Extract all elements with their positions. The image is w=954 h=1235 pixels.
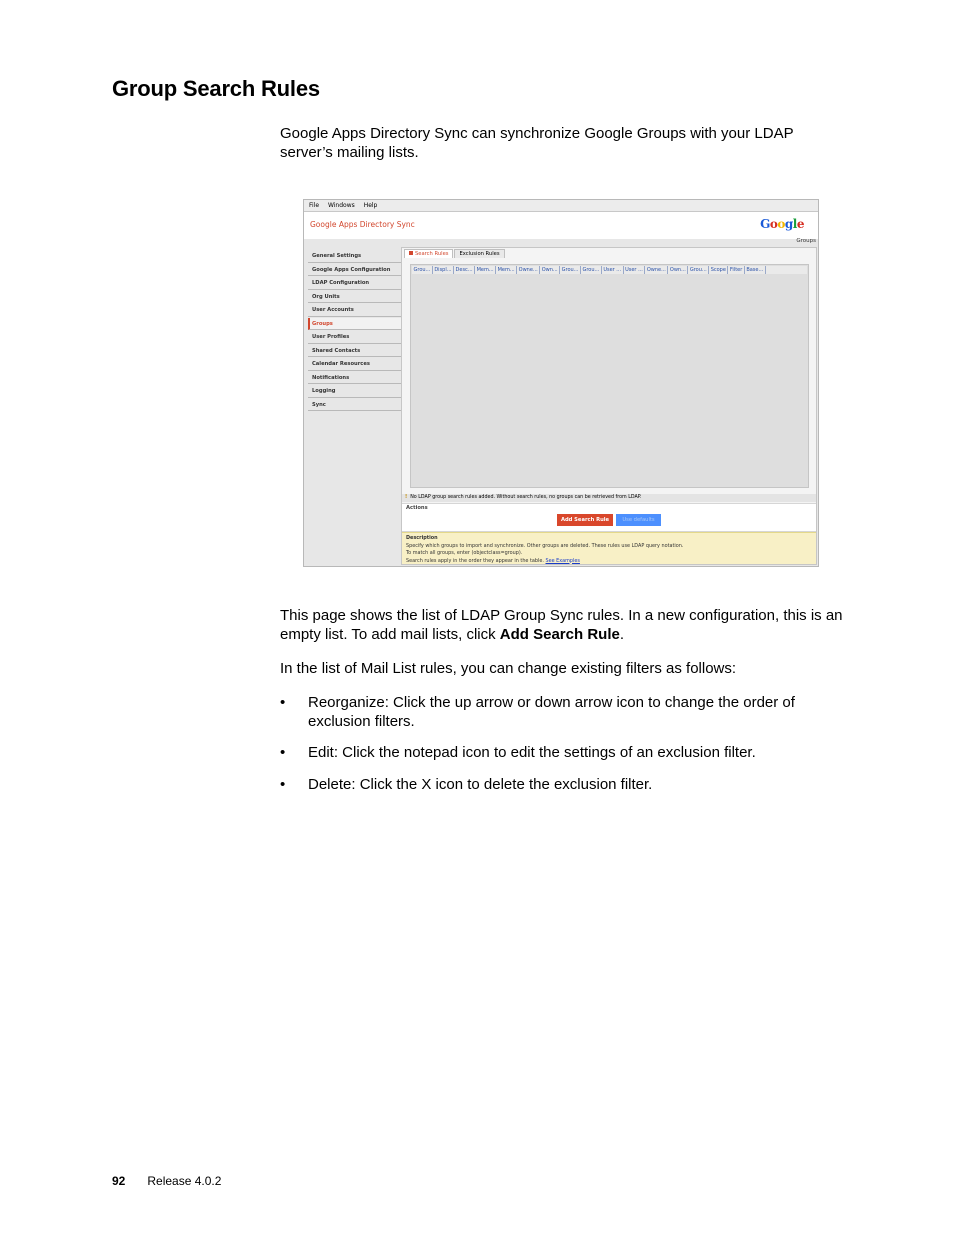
sidebar-item-shared-contacts[interactable]: Shared Contacts	[308, 345, 401, 357]
column-header[interactable]: Grou...	[560, 266, 581, 274]
groups-panel: Search Rules Exclusion Rules Grou... Displ…	[401, 247, 817, 565]
actions-label: Actions	[406, 505, 428, 511]
page-heading: Group Search Rules	[112, 76, 320, 101]
google-logo: Google	[760, 217, 804, 231]
actions-panel: Actions Add Search Rule Use defaults	[402, 503, 816, 532]
sidebar-item-general-settings[interactable]: General Settings	[308, 250, 401, 263]
menu-bar: File Windows Help	[304, 200, 818, 212]
list-item: • Delete: Click the X icon to delete the…	[280, 775, 850, 794]
rules-table: Grou... Displ... Desc... Mem... Mem... Owne..…	[410, 264, 809, 488]
app-screenshot: File Windows Help Google Apps Directory …	[303, 199, 819, 567]
bullet-text: Reorganize: Click the up arrow or down a…	[308, 694, 795, 730]
sidebar-nav: General Settings Google Apps Configuratio…	[308, 250, 401, 412]
app-header: Google Apps Directory Sync Google	[304, 212, 818, 239]
body-paragraph-2: In the list of Mail List rules, you can …	[280, 660, 737, 677]
bullet-text: Edit: Click the notepad icon to edit the…	[308, 744, 756, 761]
page-label: Groups	[796, 238, 816, 244]
column-header[interactable]: Mem...	[475, 266, 497, 274]
column-header[interactable]: Own...	[668, 266, 689, 274]
column-header[interactable]: Owne...	[517, 266, 541, 274]
intro-paragraph: Google Apps Directory Sync can synchroni…	[280, 125, 794, 161]
page-footer: 92 Release 4.0.2	[112, 1174, 221, 1188]
column-header[interactable]: Grou...	[581, 266, 602, 274]
column-header[interactable]: Grou...	[688, 266, 710, 274]
column-header[interactable]: Filter	[728, 266, 745, 274]
app-title: Google Apps Directory Sync	[310, 220, 415, 229]
use-defaults-button[interactable]: Use defaults	[616, 514, 661, 526]
description-line: To match all groups, enter (objectclass=…	[406, 550, 523, 556]
bullet-marker: •	[280, 694, 286, 711]
add-search-rule-emphasis: Add Search Rule	[499, 626, 620, 643]
menu-windows[interactable]: Windows	[328, 202, 355, 209]
sidebar-item-notifications[interactable]: Notifications	[308, 372, 401, 384]
description-line: Search rules apply in the order they app…	[406, 557, 580, 564]
tab-bar: Search Rules Exclusion Rules	[404, 249, 506, 258]
tab-search-rules[interactable]: Search Rules	[404, 249, 454, 258]
sidebar-item-google-apps-configuration[interactable]: Google Apps Configuration	[308, 264, 401, 276]
warning-icon: !	[405, 495, 408, 500]
column-header[interactable]: Scope	[709, 266, 729, 274]
sidebar-item-user-profiles[interactable]: User Profiles	[308, 331, 401, 344]
page-number: 92	[112, 1174, 126, 1188]
bullet-text: Delete: Click the X icon to delete the e…	[308, 776, 653, 793]
column-header[interactable]: User ...	[624, 266, 646, 274]
list-item: • Edit: Click the notepad icon to edit t…	[280, 743, 850, 762]
list-item: • Reorganize: Click the up arrow or down…	[280, 693, 850, 731]
warning-text: No LDAP group search rules added. Withou…	[410, 495, 642, 500]
release-label: Release 4.0.2	[147, 1174, 222, 1188]
description-line: Specify which groups to import and synch…	[406, 542, 684, 549]
tab-exclusion-rules[interactable]: Exclusion Rules	[454, 249, 505, 258]
column-header[interactable]: Displ...	[433, 266, 455, 274]
body-paragraph-1: This page shows the list of LDAP Group S…	[280, 607, 843, 643]
column-header[interactable]: User ...	[602, 266, 624, 274]
table-header: Grou... Displ... Desc... Mem... Mem... Owne..…	[412, 266, 807, 274]
sidebar-item-logging[interactable]: Logging	[308, 385, 401, 398]
menu-help[interactable]: Help	[364, 202, 378, 209]
column-header[interactable]: Base...	[745, 266, 766, 274]
menu-file[interactable]: File	[309, 202, 319, 209]
column-header[interactable]: Desc...	[454, 266, 476, 274]
warning-bar: ! No LDAP group search rules added. Witho…	[402, 494, 816, 502]
column-header[interactable]: Owne...	[645, 266, 669, 274]
sidebar-item-user-accounts[interactable]: User Accounts	[308, 304, 401, 317]
column-header[interactable]: Mem...	[496, 266, 518, 274]
see-examples-link[interactable]: See Examples	[546, 558, 580, 564]
sidebar-item-ldap-configuration[interactable]: LDAP Configuration	[308, 277, 401, 290]
column-header[interactable]: Grou...	[412, 266, 433, 274]
sidebar-item-calendar-resources[interactable]: Calendar Resources	[308, 358, 401, 371]
sidebar-item-groups[interactable]: Groups	[308, 317, 401, 330]
bullet-marker: •	[280, 776, 286, 793]
bullet-marker: •	[280, 744, 286, 761]
sidebar-item-sync[interactable]: Sync	[308, 399, 401, 411]
sidebar-item-org-units[interactable]: Org Units	[308, 291, 401, 303]
description-box: Description Specify which groups to impo…	[402, 532, 816, 564]
column-header[interactable]: Own...	[540, 266, 561, 274]
add-search-rule-button[interactable]: Add Search Rule	[557, 514, 613, 526]
description-title: Description	[406, 535, 438, 541]
